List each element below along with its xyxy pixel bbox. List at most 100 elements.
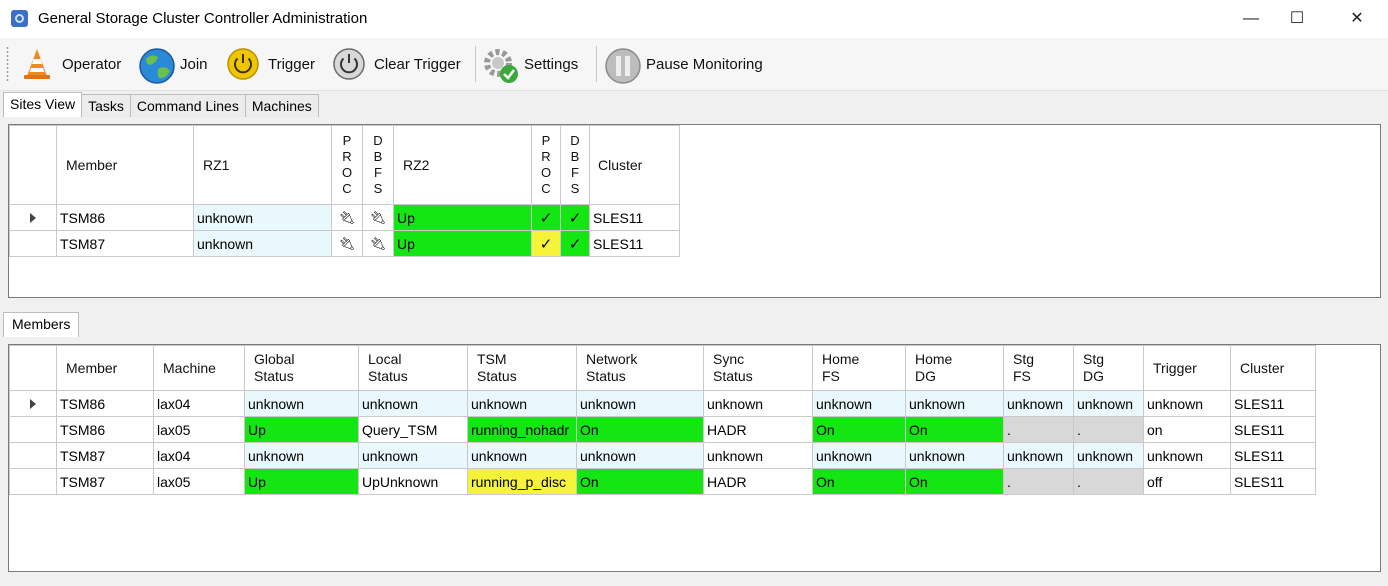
cluster-cell[interactable]: SLES11: [589, 230, 680, 257]
column-header-member[interactable]: Member: [56, 125, 194, 205]
close-button[interactable]: ✕: [1334, 0, 1380, 38]
column-header-cluster[interactable]: Cluster: [1230, 345, 1316, 391]
row-selector[interactable]: [9, 230, 57, 257]
cluster-cell[interactable]: SLES11: [589, 204, 680, 231]
clear-trigger-button[interactable]: Clear Trigger: [332, 45, 461, 83]
plug-icon[interactable]: 🔌︎: [362, 204, 394, 231]
row-selector[interactable]: [9, 468, 57, 495]
member-cell[interactable]: TSM87: [56, 230, 194, 257]
local-status-cell[interactable]: Query_TSM: [358, 416, 468, 443]
row-selector[interactable]: [9, 204, 57, 231]
pause-monitoring-button[interactable]: Pause Monitoring: [604, 45, 763, 84]
checkmark-icon[interactable]: ✓: [560, 204, 590, 231]
local-status-cell[interactable]: unknown: [358, 442, 468, 469]
column-header-stg-fs[interactable]: Stg FS: [1003, 345, 1074, 391]
cluster-cell[interactable]: SLES11: [1230, 390, 1316, 417]
member-cell[interactable]: TSM87: [56, 468, 154, 495]
trigger-button[interactable]: Trigger: [226, 45, 315, 83]
rz2-cell[interactable]: Up: [393, 204, 532, 231]
rz1-cell[interactable]: unknown: [193, 230, 332, 257]
global-status-cell[interactable]: Up: [244, 468, 359, 495]
trigger-cell[interactable]: on: [1143, 416, 1231, 443]
plug-icon[interactable]: 🔌︎: [362, 230, 394, 257]
stg-dg-cell[interactable]: .: [1073, 416, 1144, 443]
rz1-cell[interactable]: unknown: [193, 204, 332, 231]
network-status-cell[interactable]: unknown: [576, 442, 704, 469]
column-header-stg-dg[interactable]: Stg DG: [1073, 345, 1144, 391]
column-header-member[interactable]: Member: [56, 345, 154, 391]
stg-dg-cell[interactable]: unknown: [1073, 390, 1144, 417]
sync-status-cell[interactable]: HADR: [703, 468, 813, 495]
column-header-home-dg[interactable]: Home DG: [905, 345, 1004, 391]
column-header-machine[interactable]: Machine: [153, 345, 245, 391]
network-status-cell[interactable]: On: [576, 416, 704, 443]
home-fs-cell[interactable]: On: [812, 416, 906, 443]
stg-fs-cell[interactable]: .: [1003, 416, 1074, 443]
column-header-cluster[interactable]: Cluster: [589, 125, 680, 205]
sync-status-cell[interactable]: unknown: [703, 390, 813, 417]
table-row[interactable]: TSM86 lax04 unknown unknown unknown unknown un…: [9, 390, 1316, 417]
home-fs-cell[interactable]: On: [812, 468, 906, 495]
network-status-cell[interactable]: unknown: [576, 390, 704, 417]
column-header-proc2[interactable]: P R O C: [531, 125, 561, 205]
home-dg-cell[interactable]: On: [905, 416, 1004, 443]
rz2-cell[interactable]: Up: [393, 230, 532, 257]
table-row[interactable]: TSM86 lax05 Up Query_TSM running_nohadr On HAD…: [9, 416, 1316, 443]
tsm-status-cell[interactable]: unknown: [467, 442, 577, 469]
table-row[interactable]: TSM87 unknown 🔌︎ 🔌︎ Up ✓ ✓ SLES11: [9, 230, 680, 257]
home-dg-cell[interactable]: unknown: [905, 442, 1004, 469]
machine-cell[interactable]: lax05: [153, 468, 245, 495]
table-row[interactable]: TSM86 unknown 🔌︎ 🔌︎ Up ✓ ✓ SLES11: [9, 204, 680, 231]
stg-fs-cell[interactable]: .: [1003, 468, 1074, 495]
plug-icon[interactable]: 🔌︎: [331, 230, 363, 257]
settings-button[interactable]: Settings: [482, 45, 578, 83]
global-status-cell[interactable]: Up: [244, 416, 359, 443]
column-header-trigger[interactable]: Trigger: [1143, 345, 1231, 391]
maximize-button[interactable]: ☐: [1274, 0, 1320, 38]
column-header-network-status[interactable]: Network Status: [576, 345, 704, 391]
row-selector[interactable]: [9, 442, 57, 469]
tab-command-lines[interactable]: Command Lines: [129, 94, 246, 117]
tab-sites-view[interactable]: Sites View: [3, 92, 83, 117]
column-header-local-status[interactable]: Local Status: [358, 345, 468, 391]
tsm-status-cell[interactable]: unknown: [467, 390, 577, 417]
plug-icon[interactable]: 🔌︎: [331, 204, 363, 231]
minimize-button[interactable]: —: [1228, 0, 1274, 38]
column-header-proc1[interactable]: P R O C: [331, 125, 363, 205]
trigger-cell[interactable]: unknown: [1143, 390, 1231, 417]
join-button[interactable]: Join: [138, 45, 208, 84]
machine-cell[interactable]: lax04: [153, 390, 245, 417]
operator-button[interactable]: Operator: [20, 45, 121, 83]
stg-fs-cell[interactable]: unknown: [1003, 442, 1074, 469]
global-status-cell[interactable]: unknown: [244, 390, 359, 417]
row-selector[interactable]: [9, 416, 57, 443]
toolbar-grip[interactable]: [6, 46, 9, 82]
trigger-cell[interactable]: off: [1143, 468, 1231, 495]
machine-cell[interactable]: lax05: [153, 416, 245, 443]
home-fs-cell[interactable]: unknown: [812, 390, 906, 417]
tsm-status-cell[interactable]: running_p_disc: [467, 468, 577, 495]
column-header-rz1[interactable]: RZ1: [193, 125, 332, 205]
local-status-cell[interactable]: unknown: [358, 390, 468, 417]
global-status-cell[interactable]: unknown: [244, 442, 359, 469]
sync-status-cell[interactable]: HADR: [703, 416, 813, 443]
column-header-rz2[interactable]: RZ2: [393, 125, 532, 205]
cluster-cell[interactable]: SLES11: [1230, 416, 1316, 443]
member-cell[interactable]: TSM86: [56, 204, 194, 231]
stg-dg-cell[interactable]: .: [1073, 468, 1144, 495]
tab-tasks[interactable]: Tasks: [81, 94, 131, 117]
cluster-cell[interactable]: SLES11: [1230, 442, 1316, 469]
sync-status-cell[interactable]: unknown: [703, 442, 813, 469]
local-status-cell[interactable]: UpUnknown: [358, 468, 468, 495]
tab-machines[interactable]: Machines: [244, 94, 319, 117]
column-header-sync-status[interactable]: Sync Status: [703, 345, 813, 391]
column-header-dbfs1[interactable]: D B F S: [362, 125, 394, 205]
member-cell[interactable]: TSM86: [56, 390, 154, 417]
tsm-status-cell[interactable]: running_nohadr: [467, 416, 577, 443]
tab-members[interactable]: Members: [3, 312, 80, 337]
stg-dg-cell[interactable]: unknown: [1073, 442, 1144, 469]
row-selector[interactable]: [9, 390, 57, 417]
column-header-dbfs2[interactable]: D B F S: [560, 125, 590, 205]
machine-cell[interactable]: lax04: [153, 442, 245, 469]
stg-fs-cell[interactable]: unknown: [1003, 390, 1074, 417]
